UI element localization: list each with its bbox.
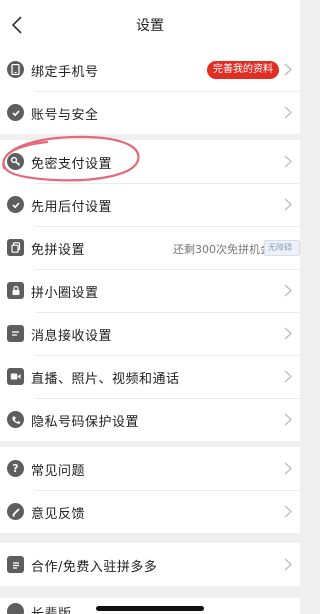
settings-row-live-photo-video-call[interactable]: 直播、照片、视频和通话	[0, 355, 300, 398]
nav-header: 设置	[0, 0, 300, 50]
video-icon	[7, 368, 24, 385]
badge-check-icon	[7, 196, 24, 213]
settings-row-label: 先用后付设置	[31, 200, 113, 215]
settings-row-moments[interactable]: 拼小圈设置	[0, 269, 300, 312]
chevron-right-icon	[284, 413, 292, 426]
accessibility-float-button[interactable]: 无障碍	[264, 240, 300, 256]
settings-row-label: 常见问题	[31, 464, 86, 479]
page-title: 设置	[136, 18, 164, 34]
cooperation-group: 合作/免费入驻拼多多	[0, 543, 300, 586]
chevron-right-icon	[284, 284, 292, 297]
settings-row-label: 直播、照片、视频和通话	[31, 372, 180, 387]
settings-row-cooperation[interactable]: 合作/免费入驻拼多多	[0, 543, 300, 586]
complete-profile-badge[interactable]: 完善我的资料	[207, 61, 279, 79]
list-icon	[7, 556, 24, 573]
copy-icon	[7, 239, 24, 256]
settings-row-label: 长辈版	[31, 603, 72, 614]
lock-icon	[7, 282, 24, 299]
settings-row-label: 隐私号码保护设置	[31, 415, 140, 430]
chevron-right-icon	[284, 106, 292, 119]
help-group: ? 常见问题 意见反馈	[0, 447, 300, 533]
chevron-right-icon	[284, 462, 292, 475]
annotation-ellipse	[2, 135, 140, 182]
settings-row-pay-later[interactable]: 先用后付设置	[0, 183, 300, 226]
chevron-right-icon	[284, 63, 292, 76]
chevron-right-icon	[284, 198, 292, 211]
settings-row-faq[interactable]: ? 常见问题	[0, 447, 300, 490]
chevron-right-icon	[284, 155, 292, 168]
settings-row-label: 免拼设置	[31, 243, 86, 258]
settings-row-label: 合作/免费入驻拼多多	[31, 560, 158, 575]
settings-row-privacy-number[interactable]: 隐私号码保护设置	[0, 398, 300, 441]
settings-row-label: 账号与安全	[31, 108, 99, 123]
settings-row-label: 绑定手机号	[31, 65, 99, 80]
home-indicator	[96, 606, 204, 611]
settings-row-group-free[interactable]: 免拼设置 还剩300次免拼机会	[0, 226, 300, 269]
chevron-right-icon	[284, 505, 292, 518]
chevron-right-icon	[284, 370, 292, 383]
question-icon: ?	[7, 460, 24, 477]
elder-icon	[7, 603, 24, 614]
chevron-right-icon	[284, 558, 292, 571]
message-icon	[7, 325, 24, 342]
pencil-icon	[7, 503, 24, 520]
phone-icon	[7, 61, 24, 78]
group-free-remaining-hint: 还剩300次免拼机会	[173, 243, 271, 256]
settings-row-feedback[interactable]: 意见反馈	[0, 490, 300, 533]
settings-row-label: 消息接收设置	[31, 329, 113, 344]
chevron-right-icon	[284, 327, 292, 340]
settings-row-label: 意见反馈	[31, 507, 86, 522]
privacy-phone-icon	[7, 411, 24, 428]
settings-row-notifications[interactable]: 消息接收设置	[0, 312, 300, 355]
settings-row-label: 拼小圈设置	[31, 286, 99, 301]
shield-check-icon	[7, 104, 24, 121]
